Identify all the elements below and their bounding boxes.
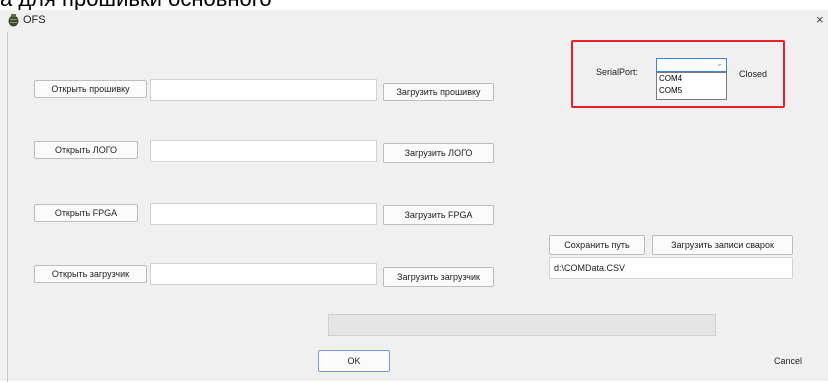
window-left-edge: [7, 32, 8, 382]
cancel-button[interactable]: Cancel: [760, 351, 816, 371]
serial-status-label: Closed: [739, 69, 768, 79]
open-firmware-button[interactable]: Открыть прошивку: [34, 80, 147, 98]
upload-bootloader-button[interactable]: Загрузить загрузчик: [383, 267, 494, 287]
upload-firmware-button[interactable]: Загрузить прошивку: [383, 83, 494, 101]
open-bootloader-button[interactable]: Открыть загрузчик: [34, 265, 147, 283]
serial-port-label: SerialPort:: [596, 67, 639, 77]
upload-fpga-button[interactable]: Загрузить FPGA: [383, 205, 494, 225]
upload-logo-button[interactable]: Загрузить ЛОГО: [383, 143, 494, 163]
serial-port-select[interactable]: ⌄: [656, 58, 727, 72]
fpga-path-field[interactable]: [150, 203, 377, 225]
open-fpga-button[interactable]: Открыть FPGA: [34, 204, 138, 222]
logo-path-field[interactable]: [150, 140, 377, 162]
progress-bar: [328, 314, 716, 336]
close-icon[interactable]: ×: [816, 12, 824, 27]
chevron-down-icon[interactable]: ⌄: [716, 59, 723, 68]
serial-port-dropdown: COM4 COM5: [656, 72, 727, 100]
load-weld-records-button[interactable]: Загрузить записи сварок: [652, 235, 793, 255]
serial-port-option-com4[interactable]: COM4: [657, 73, 726, 85]
app-icon: [8, 14, 19, 27]
window-title: OFS: [23, 14, 46, 26]
serial-port-option-com5[interactable]: COM5: [657, 85, 726, 97]
title-bar: OFS ×: [0, 10, 828, 34]
open-logo-button[interactable]: Открыть ЛОГО: [34, 141, 138, 159]
firmware-path-field[interactable]: [150, 79, 377, 101]
records-path-field[interactable]: d:\COMData.CSV: [549, 257, 793, 279]
ok-button[interactable]: OK: [318, 350, 390, 372]
save-path-button[interactable]: Сохранить путь: [549, 235, 645, 255]
bootloader-path-field[interactable]: [150, 263, 377, 285]
